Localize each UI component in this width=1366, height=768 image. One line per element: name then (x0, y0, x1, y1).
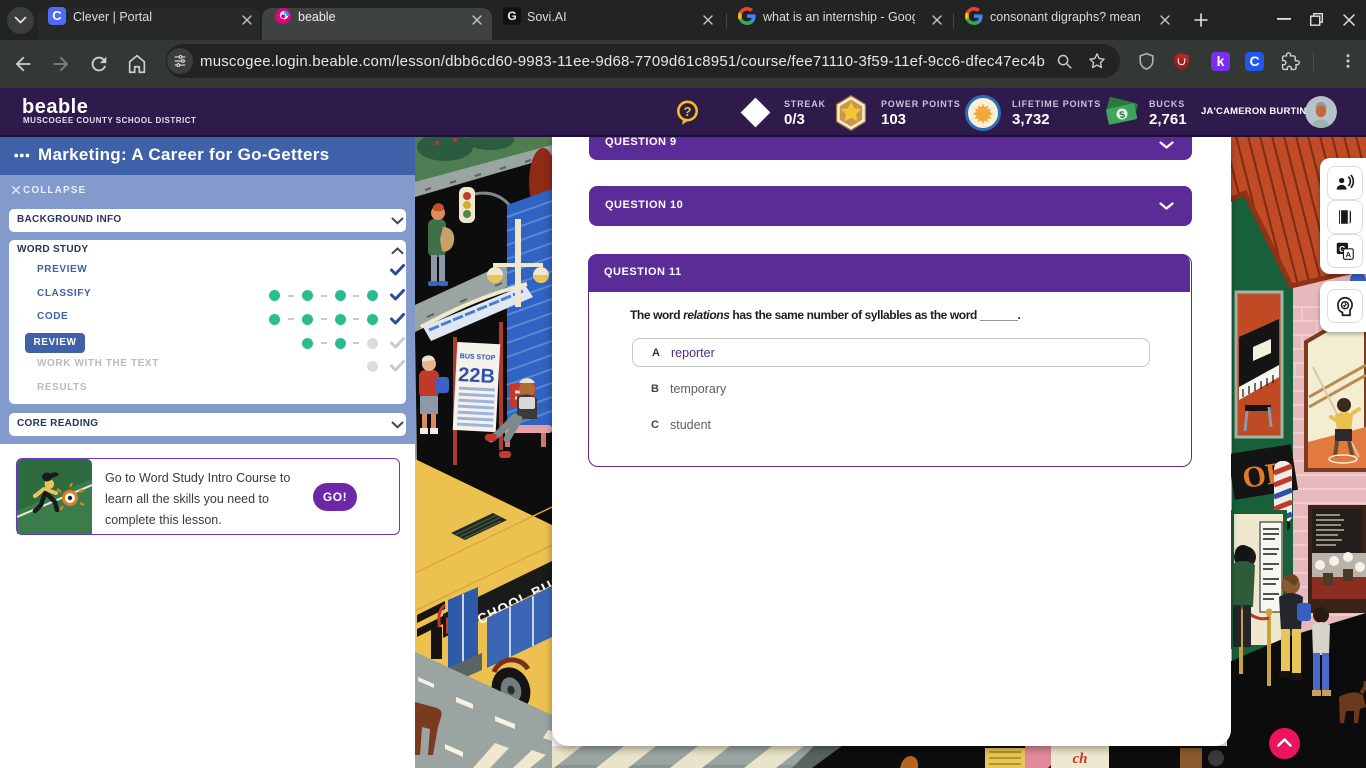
svg-text:22B: 22B (458, 364, 496, 388)
svg-text:ch: ch (1073, 751, 1088, 767)
svg-text:?: ? (684, 104, 692, 119)
svg-text:A: A (1346, 250, 1352, 259)
